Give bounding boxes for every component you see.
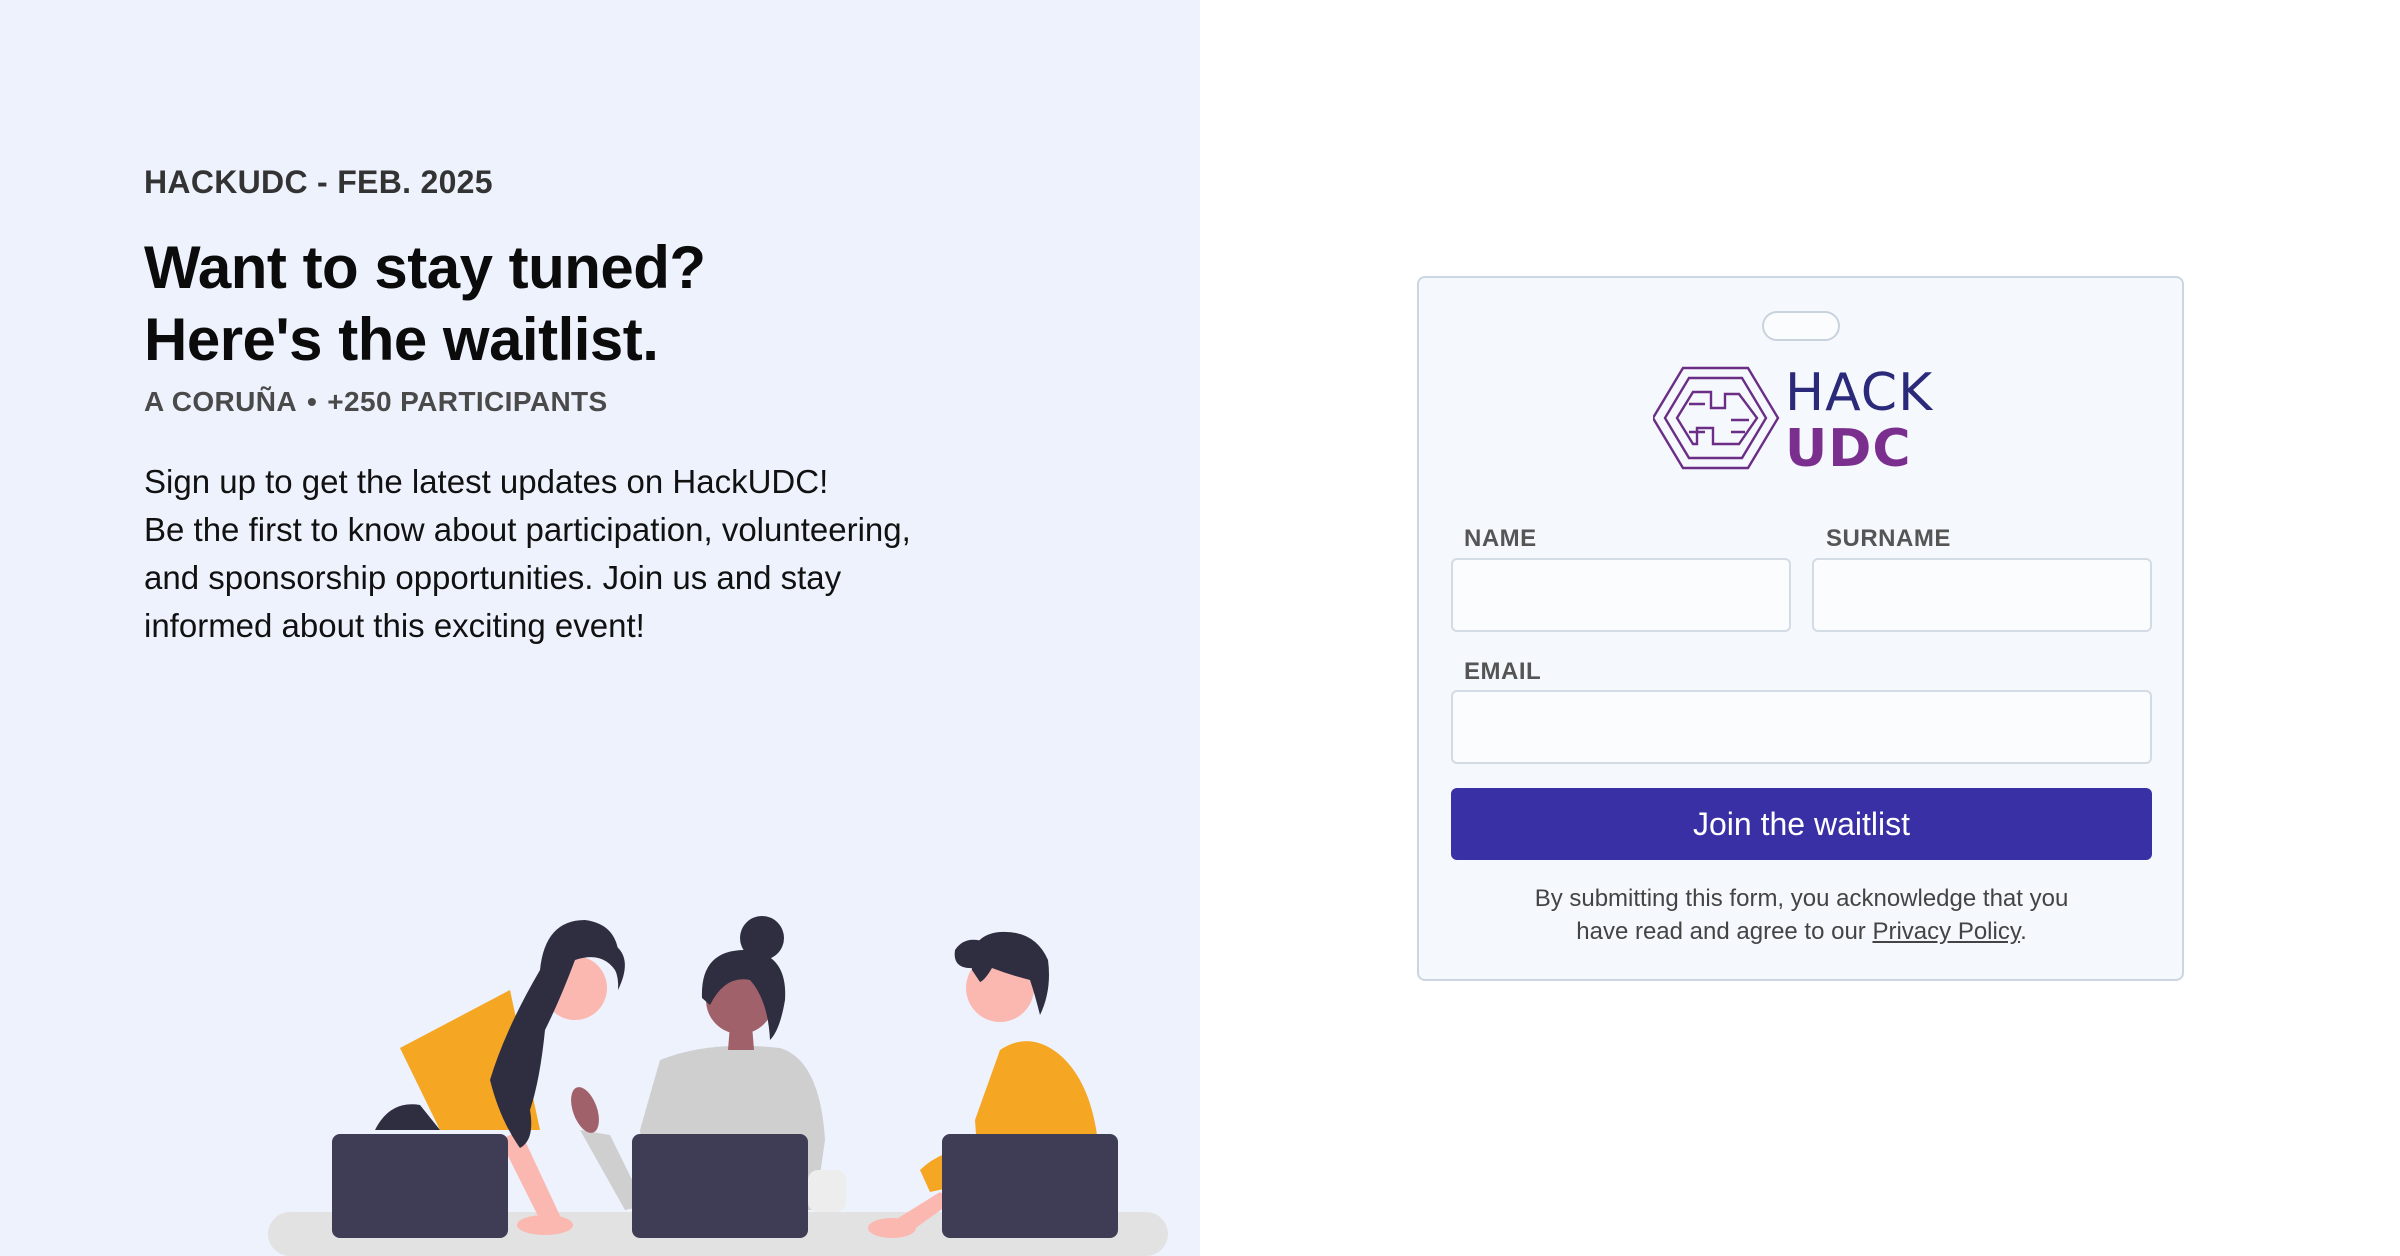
meta-separator: • [307,386,318,417]
description-line: informed about this exciting event! [144,607,645,644]
surname-input[interactable] [1812,558,2152,632]
event-meta: A CORUÑA • +250 PARTICIPANTS [144,386,608,418]
headline-line-2: Here's the waitlist. [144,306,659,373]
legal-notice: By submitting this form, you acknowledge… [1451,882,2152,948]
event-location: A CORUÑA [144,386,298,417]
name-label: NAME [1464,525,1537,552]
headline-line-1: Want to stay tuned? [144,234,706,301]
logo-hack-text: HACK [1785,363,1934,423]
waitlist-card: HACK UDC NAME SURNAME EMAIL Join the wai… [1417,276,2184,981]
hackudc-logo: HACK UDC [1653,363,1934,478]
legal-line-2-text: have read and agree to our [1576,918,1873,945]
join-waitlist-button[interactable]: Join the waitlist [1451,788,2152,860]
event-participants: +250 PARTICIPANTS [327,386,608,417]
privacy-policy-link[interactable]: Privacy Policy [1872,918,2020,945]
page-title: Want to stay tuned? Here's the waitlist. [144,232,706,376]
legal-line-2: have read and agree to our Privacy Polic… [1451,915,2152,948]
team-working-illustration [268,916,1168,1256]
description-line: and sponsorship opportunities. Join us a… [144,559,842,596]
logo-udc-text: UDC [1785,419,1912,478]
description-line: Be the first to know about participation… [144,511,911,548]
surname-label: SURNAME [1826,525,1951,552]
email-input[interactable] [1451,690,2152,764]
hero-description: Sign up to get the latest updates on Hac… [144,458,964,650]
legal-line-1: By submitting this form, you acknowledge… [1534,885,2069,912]
hero-panel: HACKUDC - FEB. 2025 Want to stay tuned? … [0,0,1200,1256]
event-eyebrow: HACKUDC - FEB. 2025 [144,164,493,200]
badge-slot [1762,311,1840,341]
legal-suffix: . [2020,918,2027,945]
email-label: EMAIL [1464,658,1542,685]
name-input[interactable] [1451,558,1791,632]
circuit-hexagon-icon [1653,366,1780,470]
description-line: Sign up to get the latest updates on Hac… [144,463,829,500]
